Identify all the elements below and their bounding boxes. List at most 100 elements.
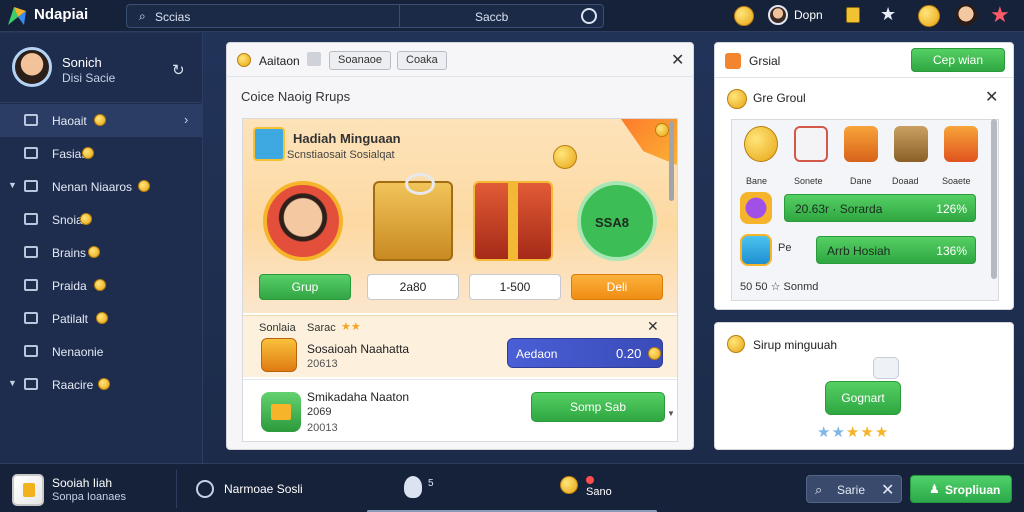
scrollbar[interactable]: [991, 119, 997, 279]
scroll-thumb[interactable]: [669, 121, 674, 201]
coin-icon: [88, 246, 100, 258]
search-label: Sccias: [155, 10, 191, 24]
sidebar-item[interactable]: Snoia: [0, 203, 203, 236]
red-star-icon[interactable]: ★: [990, 2, 1010, 28]
scroll-down-icon[interactable]: ▼: [667, 409, 675, 418]
close-icon[interactable]: ✕: [881, 480, 894, 500]
badge-icon[interactable]: [846, 7, 860, 23]
tab-soanaoe[interactable]: Soanaoe: [329, 51, 392, 70]
reward-row: Smikadaha Naaton 2069 20013 Somp Sab: [243, 379, 677, 441]
search-bar[interactable]: ⌕ Sccias Saccb: [126, 4, 604, 28]
progress-label: Arrb Hosiah: [827, 244, 891, 258]
search-icon: ⌕: [139, 9, 146, 23]
star-icon[interactable]: ★: [817, 424, 831, 441]
clock-label[interactable]: Narmoae Sosli: [224, 482, 303, 496]
coin-icon: [96, 312, 108, 324]
grup-button[interactable]: Grup: [259, 274, 351, 300]
weekly-panel: Sirup minguuah Gognart ★★★★★: [714, 322, 1014, 450]
profile-avatar[interactable]: [12, 47, 52, 87]
coin-icon: [727, 89, 747, 109]
profile-sub: Disi Sacie: [62, 71, 116, 85]
tab-coaka[interactable]: Coaka: [397, 51, 447, 70]
item-label: Soaete: [942, 176, 971, 186]
refresh-icon[interactable]: [581, 8, 597, 24]
close-icon[interactable]: ✕: [985, 87, 998, 107]
crate-icon[interactable]: [894, 126, 928, 162]
coin-icon: [80, 213, 92, 225]
progress-bar[interactable]: Arrb Hosiah 136%: [816, 236, 976, 264]
star-icon[interactable]: ★: [880, 4, 896, 25]
sidebar-item[interactable]: ▼ Nenan Niaaros: [0, 170, 203, 203]
banner-subtitle: Scnstiaosait Sosialqat: [287, 149, 395, 161]
coin-icon[interactable]: [734, 6, 754, 26]
rating-stars[interactable]: ★★★★★: [817, 423, 889, 441]
action-pill[interactable]: Aedaon 0.20: [507, 338, 663, 368]
sidebar: Sonich Disi Sacie ↻ Haoait › Fasias ▼ Nenan …: [0, 33, 203, 463]
progress-label: 20.63r · Sorarda: [795, 202, 883, 216]
logo-icon[interactable]: [6, 5, 28, 27]
value-button-1[interactable]: 2a80: [367, 274, 459, 300]
gift-icon[interactable]: [944, 126, 978, 162]
scrollbar[interactable]: ▼: [667, 121, 675, 421]
coin-icon: [727, 335, 745, 353]
search-button[interactable]: ⌕ Sarie ✕: [806, 475, 902, 503]
primary-button[interactable]: ♟ Sropliuan: [910, 475, 1012, 503]
present-reward-tile[interactable]: [473, 181, 553, 261]
star-icon[interactable]: ★: [860, 424, 874, 441]
expand-caret-icon[interactable]: ▼: [8, 180, 17, 190]
gognart-button[interactable]: Gognart: [825, 381, 901, 415]
value-button-2[interactable]: 1-500: [469, 274, 561, 300]
expand-caret-icon[interactable]: ▼: [8, 378, 17, 388]
profile-refresh-icon[interactable]: ↻: [172, 61, 185, 79]
star-icon[interactable]: ★: [846, 424, 860, 441]
location-pin-icon[interactable]: [404, 476, 422, 498]
dropdown-icon[interactable]: [307, 52, 321, 66]
panel-subtitle: Coice Naoig Rrups: [241, 89, 351, 104]
sidebar-item[interactable]: Praida: [0, 269, 203, 302]
coin-icon: [94, 114, 106, 126]
top-bar: Ndapiai ⌕ Sccias Saccb Dopn ★ ★: [0, 0, 1024, 32]
username[interactable]: Dopn: [794, 8, 823, 22]
profile-card[interactable]: Sonich Disi Sacie ↻: [0, 33, 203, 103]
star-icon[interactable]: ★: [875, 424, 889, 441]
sidebar-item[interactable]: Brains: [0, 236, 203, 269]
sidebar-item[interactable]: Nenaonie: [0, 335, 203, 368]
sidebar-item[interactable]: ▼ Raacire: [0, 368, 203, 401]
row-line2: 2069: [307, 406, 332, 418]
clock-icon[interactable]: [196, 480, 214, 498]
chest-icon[interactable]: [12, 474, 44, 506]
dice-icon[interactable]: [794, 126, 828, 162]
panel-content: Hadiah Minguaan Scnstiaosait Sosialqat S…: [242, 118, 678, 442]
close-icon[interactable]: ✕: [647, 318, 659, 335]
footer-sub: Sonpa Ioanaes: [52, 491, 127, 503]
gift-box-reward-tile[interactable]: [373, 173, 453, 261]
avatar-reward-tile[interactable]: [263, 181, 343, 261]
avatar[interactable]: [768, 5, 788, 25]
gift-box-icon: [253, 127, 285, 161]
menu-item-icon: [24, 147, 38, 159]
user-face-icon[interactable]: [955, 4, 977, 26]
primary-button-label: Sropliuan: [945, 483, 1001, 497]
deli-button[interactable]: Deli: [571, 274, 663, 300]
panel-title: Aaitaon: [259, 54, 300, 68]
gift-icon[interactable]: [844, 126, 878, 162]
coin-icon[interactable]: [744, 126, 778, 162]
somp-sab-button[interactable]: Somp Sab: [531, 392, 665, 422]
progress-row: 20.63r · Sorarda 126%: [740, 190, 990, 226]
star-icon[interactable]: ★: [831, 424, 845, 441]
sidebar-item[interactable]: Haoait ›: [0, 104, 203, 137]
coin-icon: [82, 147, 94, 159]
chest-icon: [261, 338, 297, 372]
cep-wian-button[interactable]: Cep wian: [911, 48, 1005, 72]
chevron-right-icon[interactable]: ›: [184, 112, 188, 127]
close-icon[interactable]: ✕: [671, 50, 684, 70]
sidebar-item[interactable]: Patilalt: [0, 302, 203, 335]
sidebar-item[interactable]: Fasias: [0, 137, 203, 170]
search-input[interactable]: Saccb: [475, 10, 508, 24]
progress-bar[interactable]: 20.63r · Sorarda 126%: [784, 194, 976, 222]
coin-icon[interactable]: [560, 476, 578, 494]
menu-item-icon: [24, 180, 38, 192]
gold-coin-icon[interactable]: [918, 5, 940, 27]
hand-pointer-icon: [873, 357, 899, 379]
main-panel: Aaitaon Soanaoe Coaka ✕ Coice Naoig Rrup…: [226, 42, 694, 450]
